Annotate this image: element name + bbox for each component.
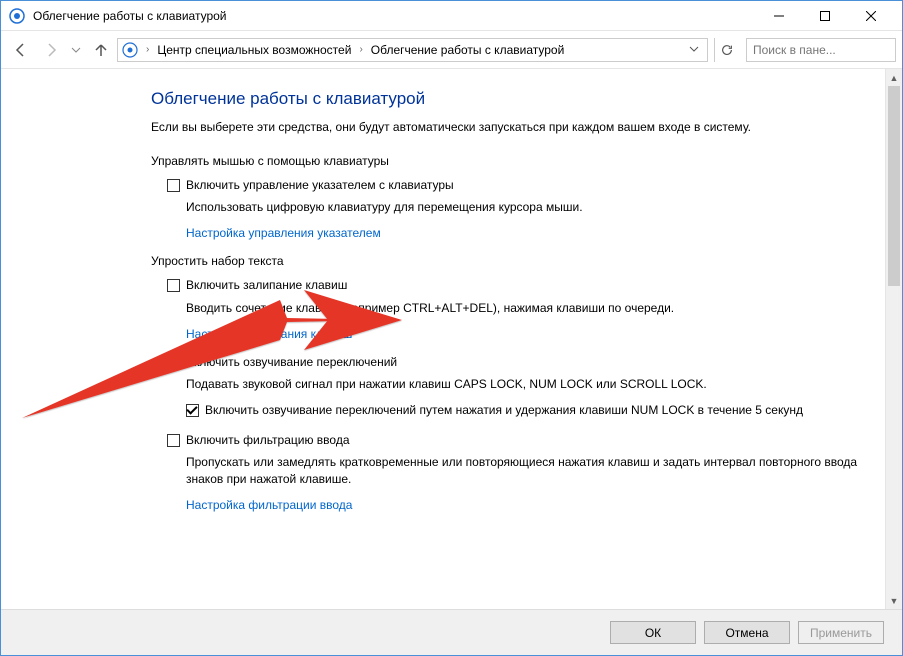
option-desc: Подавать звуковой сигнал при нажатии кла… — [186, 376, 865, 393]
option-desc: Использовать цифровую клавиатуру для пер… — [186, 199, 865, 216]
window-controls — [756, 1, 894, 31]
scroll-thumb[interactable] — [888, 86, 900, 286]
back-button[interactable] — [7, 36, 35, 64]
checkbox-toggle-keys[interactable] — [167, 356, 180, 369]
content-scroll: Облегчение работы с клавиатурой Если вы … — [1, 69, 885, 609]
checkbox-mouse-keys[interactable] — [167, 179, 180, 192]
section-typing-label: Упростить набор текста — [151, 254, 865, 268]
link-sticky-keys-settings[interactable]: Настройка залипания клавиш — [186, 327, 865, 341]
vertical-scrollbar[interactable]: ▲ ▼ — [885, 69, 902, 609]
breadcrumb-icon — [122, 42, 138, 58]
breadcrumb-seg-1[interactable]: Центр специальных возможностей — [153, 43, 355, 57]
checkbox-sticky-keys[interactable] — [167, 279, 180, 292]
breadcrumb-seg-2[interactable]: Облегчение работы с клавиатурой — [367, 43, 569, 57]
option-desc: Пропускать или замедлять кратковременные… — [186, 454, 865, 488]
checkbox-label: Включить управление указателем с клавиат… — [186, 178, 454, 194]
content-area: Облегчение работы с клавиатурой Если вы … — [1, 69, 902, 609]
checkbox-label: Включить озвучивание переключений путем … — [205, 403, 803, 419]
close-button[interactable] — [848, 1, 894, 31]
option-desc: Вводить сочетание клавиш (например CTRL+… — [186, 300, 865, 317]
ok-button[interactable]: ОК — [610, 621, 696, 644]
checkbox-label: Включить залипание клавиш — [186, 278, 347, 294]
chevron-right-icon[interactable]: › — [144, 44, 151, 55]
page-title: Облегчение работы с клавиатурой — [151, 89, 865, 109]
checkbox-label: Включить озвучивание переключений — [186, 355, 397, 371]
chevron-right-icon[interactable]: › — [357, 44, 364, 55]
up-button[interactable] — [87, 36, 115, 64]
option-filter-keys: Включить фильтрацию ввода Пропускать или… — [167, 433, 865, 512]
titlebar: Облегчение работы с клавиатурой — [1, 1, 902, 31]
cancel-button[interactable]: Отмена — [704, 621, 790, 644]
checkbox-label: Включить фильтрацию ввода — [186, 433, 350, 449]
refresh-button[interactable] — [714, 38, 738, 62]
section-mouse-label: Управлять мышью с помощью клавиатуры — [151, 154, 865, 168]
search-input[interactable] — [753, 43, 903, 57]
window-title: Облегчение работы с клавиатурой — [33, 9, 756, 23]
page-intro: Если вы выберете эти средства, они будут… — [151, 119, 865, 136]
option-toggle-keys: Включить озвучивание переключений Подава… — [167, 355, 865, 419]
apply-button[interactable]: Применить — [798, 621, 884, 644]
link-mouse-keys-settings[interactable]: Настройка управления указателем — [186, 226, 865, 240]
checkbox-toggle-keys-numlock[interactable] — [186, 404, 199, 417]
window-frame: Облегчение работы с клавиатурой › Центр … — [0, 0, 903, 656]
app-icon — [9, 8, 25, 24]
link-filter-keys-settings[interactable]: Настройка фильтрации ввода — [186, 498, 865, 512]
breadcrumb[interactable]: › Центр специальных возможностей › Облег… — [117, 38, 708, 62]
button-bar: ОК Отмена Применить — [1, 609, 902, 655]
chevron-down-icon[interactable] — [689, 43, 699, 57]
scroll-down-button[interactable]: ▼ — [886, 592, 902, 609]
navbar: › Центр специальных возможностей › Облег… — [1, 31, 902, 69]
maximize-button[interactable] — [802, 1, 848, 31]
scroll-up-button[interactable]: ▲ — [886, 69, 902, 86]
search-box[interactable] — [746, 38, 896, 62]
checkbox-filter-keys[interactable] — [167, 434, 180, 447]
option-sticky-keys: Включить залипание клавиш Вводить сочета… — [167, 278, 865, 340]
minimize-button[interactable] — [756, 1, 802, 31]
forward-button[interactable] — [37, 36, 65, 64]
recent-dropdown[interactable] — [67, 45, 85, 55]
option-mouse-keys: Включить управление указателем с клавиат… — [167, 178, 865, 240]
